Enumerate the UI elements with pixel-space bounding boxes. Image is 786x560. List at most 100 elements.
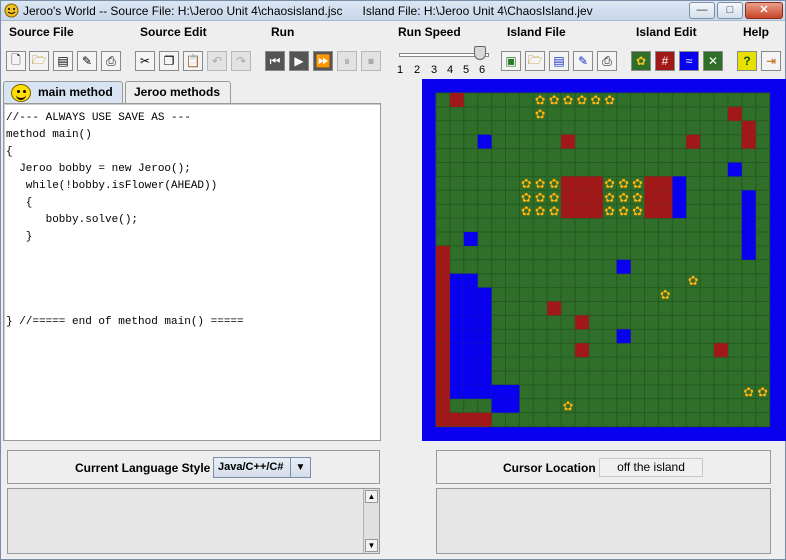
open-file-icon[interactable]: 🗁	[29, 51, 49, 71]
flower-icon[interactable]: ✿	[604, 191, 615, 206]
water-cell[interactable]	[741, 204, 756, 219]
water-cell[interactable]	[449, 315, 464, 330]
water-cell[interactable]	[505, 384, 520, 399]
code-editor[interactable]: //--- ALWAYS USE SAVE AS --- method main…	[3, 103, 381, 441]
menu-run-speed[interactable]: Run Speed	[398, 25, 461, 39]
menu-island-file[interactable]: Island File	[507, 25, 566, 39]
redo-icon[interactable]: ↷	[231, 51, 251, 71]
flower-icon[interactable]: ✿	[618, 177, 629, 192]
flower-icon[interactable]: ✿	[632, 204, 643, 220]
menu-help[interactable]: Help	[743, 25, 769, 39]
menu-source-edit[interactable]: Source Edit	[140, 25, 207, 39]
flower-icon[interactable]: ✿	[535, 93, 546, 108]
flower-icon[interactable]: ✿	[521, 177, 532, 192]
new-file-icon[interactable]: 🗋	[6, 51, 26, 71]
flower-icon[interactable]: ✿	[535, 191, 546, 206]
water-cell[interactable]	[491, 398, 506, 413]
net-cell[interactable]	[436, 315, 450, 330]
cut-icon[interactable]: ✂	[135, 51, 155, 71]
net-cell[interactable]	[449, 93, 464, 107]
water-cell[interactable]	[463, 357, 478, 371]
net-cell[interactable]	[463, 412, 478, 427]
water-cell[interactable]	[463, 343, 478, 358]
net-cell[interactable]	[658, 190, 673, 205]
net-cell[interactable]	[561, 190, 575, 205]
speed-slider-thumb[interactable]	[474, 46, 486, 60]
net-cell[interactable]	[436, 384, 450, 399]
water-cell[interactable]	[449, 301, 464, 316]
net-cell[interactable]	[477, 412, 492, 427]
island-grid[interactable]: ✿ ✿ ✿ ✿ ✿ ✿ ✿ ✿ ✿ ✿ ✿ ✿ ✿ ✿ ✿ ✿ ✿ ✿ ✿ ✿ ✿ ✿ ✿ ✿ ✿ ✿ ✿ ✿ ✿ ✿	[422, 79, 786, 441]
net-cell[interactable]	[436, 273, 450, 288]
water-cell[interactable]	[616, 329, 631, 344]
water-cell[interactable]	[463, 232, 478, 246]
net-cell[interactable]	[436, 259, 450, 274]
net-cell[interactable]	[561, 204, 575, 219]
tab-jeroo-methods[interactable]: Jeroo methods	[125, 81, 231, 103]
net-cell[interactable]	[547, 301, 562, 316]
water-cell[interactable]	[449, 384, 464, 399]
source-code-text[interactable]: //--- ALWAYS USE SAVE AS --- method main…	[6, 110, 244, 331]
water-cell[interactable]	[672, 204, 687, 219]
scroll-up-icon[interactable]: ▲	[365, 490, 378, 503]
water-tool-icon[interactable]: ≈	[679, 51, 699, 71]
flower-icon[interactable]: ✿	[562, 399, 574, 414]
language-select[interactable]: Java/C++/C# ▼	[213, 457, 311, 478]
net-cell[interactable]	[741, 134, 756, 149]
water-cell[interactable]	[449, 371, 464, 385]
menu-island-edit[interactable]: Island Edit	[636, 25, 697, 39]
save-as-icon[interactable]: ✎	[77, 51, 97, 71]
flower-icon[interactable]: ✿	[548, 191, 560, 206]
help-icon[interactable]: ?	[737, 51, 757, 71]
maximize-button[interactable]: □	[717, 2, 743, 19]
water-cell[interactable]	[672, 176, 687, 191]
net-cell[interactable]	[575, 176, 589, 191]
flower-icon[interactable]: ✿	[757, 385, 768, 400]
water-cell[interactable]	[449, 357, 464, 371]
water-cell[interactable]	[741, 190, 756, 205]
net-cell[interactable]	[644, 176, 659, 191]
flower-tool-icon[interactable]: ✿	[631, 51, 651, 71]
water-cell[interactable]	[449, 343, 464, 358]
net-cell[interactable]	[575, 190, 589, 205]
water-cell[interactable]	[449, 273, 464, 288]
flower-icon[interactable]: ✿	[618, 191, 629, 206]
water-cell[interactable]	[463, 371, 478, 385]
water-cell[interactable]	[477, 343, 492, 358]
net-cell[interactable]	[436, 301, 450, 316]
water-cell[interactable]	[477, 315, 492, 330]
flower-icon[interactable]: ✿	[535, 107, 546, 122]
reset-icon[interactable]: ⏮	[265, 51, 285, 71]
net-cell[interactable]	[436, 343, 450, 358]
water-cell[interactable]	[477, 329, 492, 344]
flower-icon[interactable]: ✿	[562, 93, 574, 108]
net-cell[interactable]	[575, 204, 589, 219]
copy-icon[interactable]: ❐	[159, 51, 179, 71]
save-file-icon[interactable]: ▤	[53, 51, 73, 71]
run-continuous-icon[interactable]: ⏩	[313, 51, 333, 71]
water-cell[interactable]	[463, 287, 478, 302]
water-cell[interactable]	[672, 190, 687, 205]
exit-icon[interactable]: ⇥	[761, 51, 781, 71]
print-icon[interactable]: ⎙	[101, 51, 121, 71]
net-tool-icon[interactable]: #	[655, 51, 675, 71]
print-island-icon[interactable]: ⎙	[597, 51, 617, 71]
flower-icon[interactable]: ✿	[604, 93, 615, 108]
net-cell[interactable]	[644, 204, 659, 219]
net-cell[interactable]	[436, 287, 450, 302]
save-island-icon[interactable]: ▤	[549, 51, 569, 71]
clear-island-icon[interactable]: ✕	[703, 51, 723, 71]
net-cell[interactable]	[686, 134, 701, 149]
flower-icon[interactable]: ✿	[687, 274, 699, 289]
flower-icon[interactable]: ✿	[535, 204, 546, 220]
flower-icon[interactable]: ✿	[604, 177, 615, 192]
net-cell[interactable]	[741, 120, 756, 135]
net-cell[interactable]	[449, 412, 464, 427]
water-cell[interactable]	[463, 301, 478, 316]
net-cell[interactable]	[644, 190, 659, 205]
flower-icon[interactable]: ✿	[548, 93, 560, 108]
flower-icon[interactable]: ✿	[535, 177, 546, 192]
water-cell[interactable]	[463, 315, 478, 330]
water-cell[interactable]	[449, 287, 464, 302]
stop-icon[interactable]: ⏹	[361, 51, 381, 71]
